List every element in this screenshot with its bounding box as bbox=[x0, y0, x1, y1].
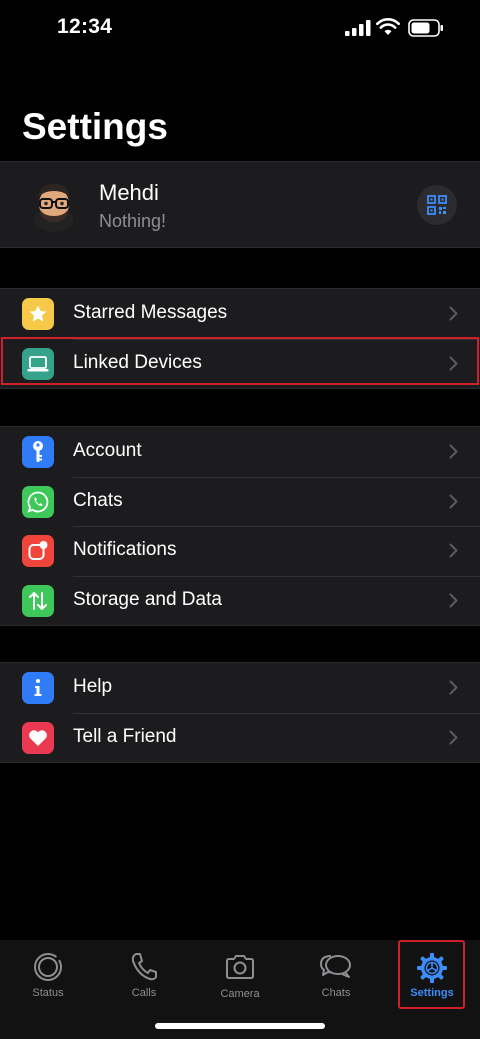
linked-devices-icon-tile bbox=[22, 347, 54, 380]
tab-status-label: Status bbox=[32, 987, 64, 999]
tab-status[interactable]: Status bbox=[0, 940, 96, 1010]
row-chats[interactable]: Chats bbox=[0, 476, 480, 527]
status-bar: 12:34 bbox=[0, 0, 480, 60]
chevron-right-icon bbox=[449, 494, 458, 508]
chevron-right-icon bbox=[449, 593, 458, 607]
chevron-right-icon bbox=[449, 730, 458, 744]
settings-gear-icon bbox=[417, 953, 447, 983]
whatsapp-icon bbox=[27, 491, 49, 513]
chevron-right-icon bbox=[449, 543, 458, 558]
chevron-right-icon bbox=[449, 680, 458, 695]
row-help[interactable]: Help bbox=[0, 663, 480, 713]
key-icon bbox=[33, 441, 43, 462]
settings-group-2: Account Chats Notifications Storage and … bbox=[0, 426, 480, 626]
avatar bbox=[34, 184, 74, 232]
qr-code-icon bbox=[427, 195, 447, 215]
chats-label: Chats bbox=[73, 489, 123, 511]
profile-status: Nothing! bbox=[99, 211, 167, 231]
qr-code-button[interactable] bbox=[417, 185, 457, 225]
tab-chats[interactable]: Chats bbox=[288, 940, 384, 1010]
cellular-signal-icon bbox=[345, 20, 371, 36]
tab-calls[interactable]: Calls bbox=[96, 940, 192, 1010]
laptop-icon bbox=[27, 355, 49, 371]
chevron-right-icon bbox=[449, 444, 458, 459]
phone-icon bbox=[131, 953, 157, 981]
chats-icon-tile bbox=[22, 485, 54, 518]
notifications-icon-tile bbox=[22, 535, 54, 567]
battery-icon bbox=[408, 19, 443, 37]
linked-devices-label: Linked Devices bbox=[73, 351, 202, 373]
tell-a-friend-label: Tell a Friend bbox=[73, 725, 177, 747]
settings-group-1: Starred Messages Linked Devices bbox=[0, 288, 480, 389]
updown-arrows-icon bbox=[29, 591, 47, 610]
camera-icon bbox=[226, 955, 254, 979]
tab-chats-label: Chats bbox=[321, 987, 351, 999]
tell-a-friend-icon-tile bbox=[22, 721, 54, 754]
starred-messages-label: Starred Messages bbox=[73, 302, 228, 323]
notifications-label: Notifications bbox=[73, 539, 177, 560]
tab-settings[interactable]: Settings bbox=[384, 940, 480, 1010]
notification-icon bbox=[28, 541, 48, 560]
starred-messages-icon-tile bbox=[22, 298, 54, 330]
account-icon-tile bbox=[22, 436, 54, 468]
star-icon bbox=[29, 305, 47, 322]
row-starred-messages[interactable]: Starred Messages bbox=[0, 289, 480, 339]
page-title: Settings bbox=[22, 106, 168, 147]
heart-icon bbox=[29, 729, 47, 746]
help-icon-tile bbox=[22, 672, 54, 704]
profile-card[interactable]: Mehdi Nothing! bbox=[0, 161, 480, 248]
help-label: Help bbox=[73, 676, 113, 697]
row-storage-and-data[interactable]: Storage and Data bbox=[0, 575, 480, 626]
tab-camera[interactable]: Camera bbox=[192, 940, 288, 1010]
profile-name: Mehdi bbox=[99, 180, 159, 205]
row-notifications[interactable]: Notifications bbox=[0, 526, 480, 576]
storage-icon-tile bbox=[22, 584, 54, 617]
info-icon bbox=[34, 679, 42, 696]
tab-calls-label: Calls bbox=[131, 987, 157, 999]
chevron-right-icon bbox=[449, 306, 458, 321]
storage-and-data-label: Storage and Data bbox=[73, 588, 222, 610]
wifi-icon bbox=[376, 18, 400, 35]
row-account[interactable]: Account bbox=[0, 427, 480, 477]
tab-settings-label: Settings bbox=[410, 987, 454, 999]
status-time: 12:34 bbox=[57, 15, 113, 38]
account-label: Account bbox=[73, 440, 142, 461]
row-tell-a-friend[interactable]: Tell a Friend bbox=[0, 712, 480, 763]
home-indicator bbox=[155, 1023, 325, 1029]
status-icon bbox=[34, 953, 62, 981]
row-linked-devices[interactable]: Linked Devices bbox=[0, 338, 480, 389]
chats-icon bbox=[320, 955, 351, 978]
tab-camera-label: Camera bbox=[220, 988, 260, 1000]
chevron-right-icon bbox=[449, 356, 458, 370]
settings-group-3: Help Tell a Friend bbox=[0, 662, 480, 763]
